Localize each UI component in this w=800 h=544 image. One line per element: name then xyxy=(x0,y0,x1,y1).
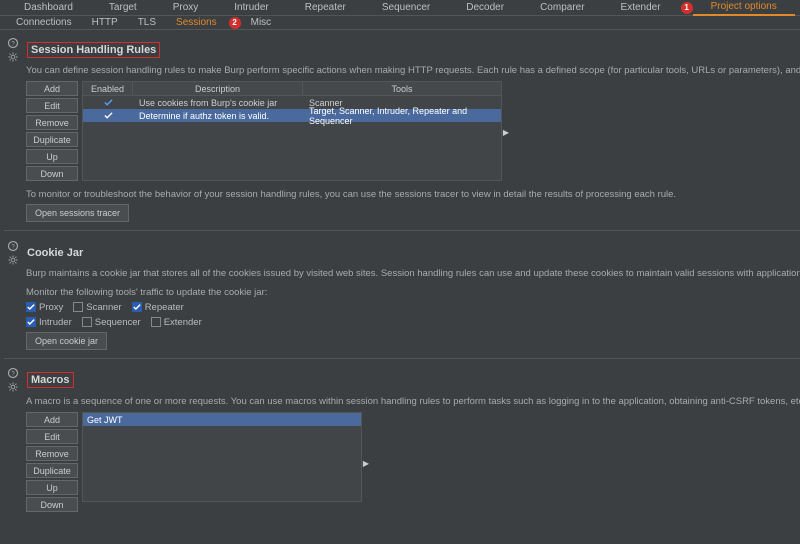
rules-row-1-desc: Determine if authz token is valid. xyxy=(133,111,303,121)
rules-add-button[interactable]: Add xyxy=(26,81,78,96)
macros-remove-button[interactable]: Remove xyxy=(26,446,78,461)
gear-icon[interactable] xyxy=(6,381,19,394)
gear-icon[interactable] xyxy=(6,50,19,63)
help-icon[interactable]: ? xyxy=(6,239,19,252)
macros-table: Get JWT xyxy=(82,412,362,502)
open-sessions-tracer-button[interactable]: Open sessions tracer xyxy=(26,204,129,222)
macros-add-button[interactable]: Add xyxy=(26,412,78,427)
rules-down-button[interactable]: Down xyxy=(26,166,78,181)
macros-edit-button[interactable]: Edit xyxy=(26,429,78,444)
rules-table: Enabled Description Tools Use cookies fr… xyxy=(82,81,502,181)
section-macros: ? Macros A macro is a sequence of one or… xyxy=(4,367,800,514)
cookie-jar-monitor-label: Monitor the following tools' traffic to … xyxy=(26,287,800,298)
subtab-connections[interactable]: Connections xyxy=(6,16,82,29)
tab-sequencer[interactable]: Sequencer xyxy=(364,0,448,15)
help-icon[interactable]: ? xyxy=(6,367,19,380)
rules-button-column: Add Edit Remove Duplicate Up Down xyxy=(26,81,78,183)
checkmark-icon xyxy=(103,98,113,108)
subtab-misc[interactable]: Misc xyxy=(241,16,282,29)
cb-repeater[interactable]: Repeater xyxy=(132,302,184,313)
main-tab-bar: Dashboard Target Proxy Intruder Repeater… xyxy=(0,0,800,16)
session-rules-title: Session Handling Rules xyxy=(27,42,160,58)
rules-header-tools[interactable]: Tools xyxy=(303,82,501,95)
tab-repeater[interactable]: Repeater xyxy=(287,0,364,15)
tab-extender[interactable]: Extender xyxy=(603,0,679,15)
section-session-rules: ? Session Handling Rules You can define … xyxy=(4,36,800,222)
cookie-jar-title: Cookie Jar xyxy=(27,247,83,259)
cb-sequencer[interactable]: Sequencer xyxy=(82,317,141,328)
badge-1: 1 xyxy=(681,2,693,14)
cb-intruder[interactable]: Intruder xyxy=(26,317,72,328)
svg-text:?: ? xyxy=(11,41,15,47)
rules-remove-button[interactable]: Remove xyxy=(26,115,78,130)
rules-edit-button[interactable]: Edit xyxy=(26,98,78,113)
tab-proxy[interactable]: Proxy xyxy=(155,0,217,15)
resize-handle-icon[interactable]: ▶ xyxy=(502,81,510,183)
gear-icon[interactable] xyxy=(6,253,19,266)
subtab-sessions[interactable]: Sessions xyxy=(166,16,227,29)
badge-2: 2 xyxy=(229,17,241,29)
checkmark-icon xyxy=(103,111,113,121)
session-rules-note: To monitor or troubleshoot the behavior … xyxy=(26,189,800,200)
resize-handle-icon[interactable]: ▶ xyxy=(362,412,370,514)
rules-row-1[interactable]: Determine if authz token is valid. Targe… xyxy=(83,109,501,122)
tab-comparer[interactable]: Comparer xyxy=(522,0,602,15)
rules-duplicate-button[interactable]: Duplicate xyxy=(26,132,78,147)
tab-intruder[interactable]: Intruder xyxy=(216,0,286,15)
session-rules-desc: You can define session handling rules to… xyxy=(26,65,800,77)
subtab-http[interactable]: HTTP xyxy=(82,16,128,29)
tab-target[interactable]: Target xyxy=(91,0,155,15)
cookie-jar-desc: Burp maintains a cookie jar that stores … xyxy=(26,268,800,280)
macros-down-button[interactable]: Down xyxy=(26,497,78,512)
macros-duplicate-button[interactable]: Duplicate xyxy=(26,463,78,478)
macros-up-button[interactable]: Up xyxy=(26,480,78,495)
macros-title: Macros xyxy=(27,372,74,388)
subtab-tls[interactable]: TLS xyxy=(128,16,166,29)
rules-header-enabled[interactable]: Enabled xyxy=(83,82,133,95)
help-icon[interactable]: ? xyxy=(6,36,19,49)
cb-proxy[interactable]: Proxy xyxy=(26,302,63,313)
tab-decoder[interactable]: Decoder xyxy=(448,0,522,15)
macros-button-column: Add Edit Remove Duplicate Up Down xyxy=(26,412,78,514)
macro-row-0[interactable]: Get JWT xyxy=(83,413,361,426)
sub-tab-bar: Connections HTTP TLS Sessions 2 Misc xyxy=(0,16,800,30)
rules-row-1-tools: Target, Scanner, Intruder, Repeater and … xyxy=(303,106,501,126)
tab-project-options[interactable]: Project options xyxy=(693,0,795,16)
cb-scanner[interactable]: Scanner xyxy=(73,302,121,313)
rules-row-0-desc: Use cookies from Burp's cookie jar xyxy=(133,98,303,108)
tab-dashboard[interactable]: Dashboard xyxy=(6,0,91,15)
rules-up-button[interactable]: Up xyxy=(26,149,78,164)
svg-text:?: ? xyxy=(11,244,15,250)
open-cookie-jar-button[interactable]: Open cookie jar xyxy=(26,332,107,350)
macros-desc: A macro is a sequence of one or more req… xyxy=(26,396,800,408)
cb-extender[interactable]: Extender xyxy=(151,317,202,328)
section-cookie-jar: ? Cookie Jar Burp maintains a cookie jar… xyxy=(4,239,800,349)
rules-header-description[interactable]: Description xyxy=(133,82,303,95)
svg-text:?: ? xyxy=(11,371,15,377)
